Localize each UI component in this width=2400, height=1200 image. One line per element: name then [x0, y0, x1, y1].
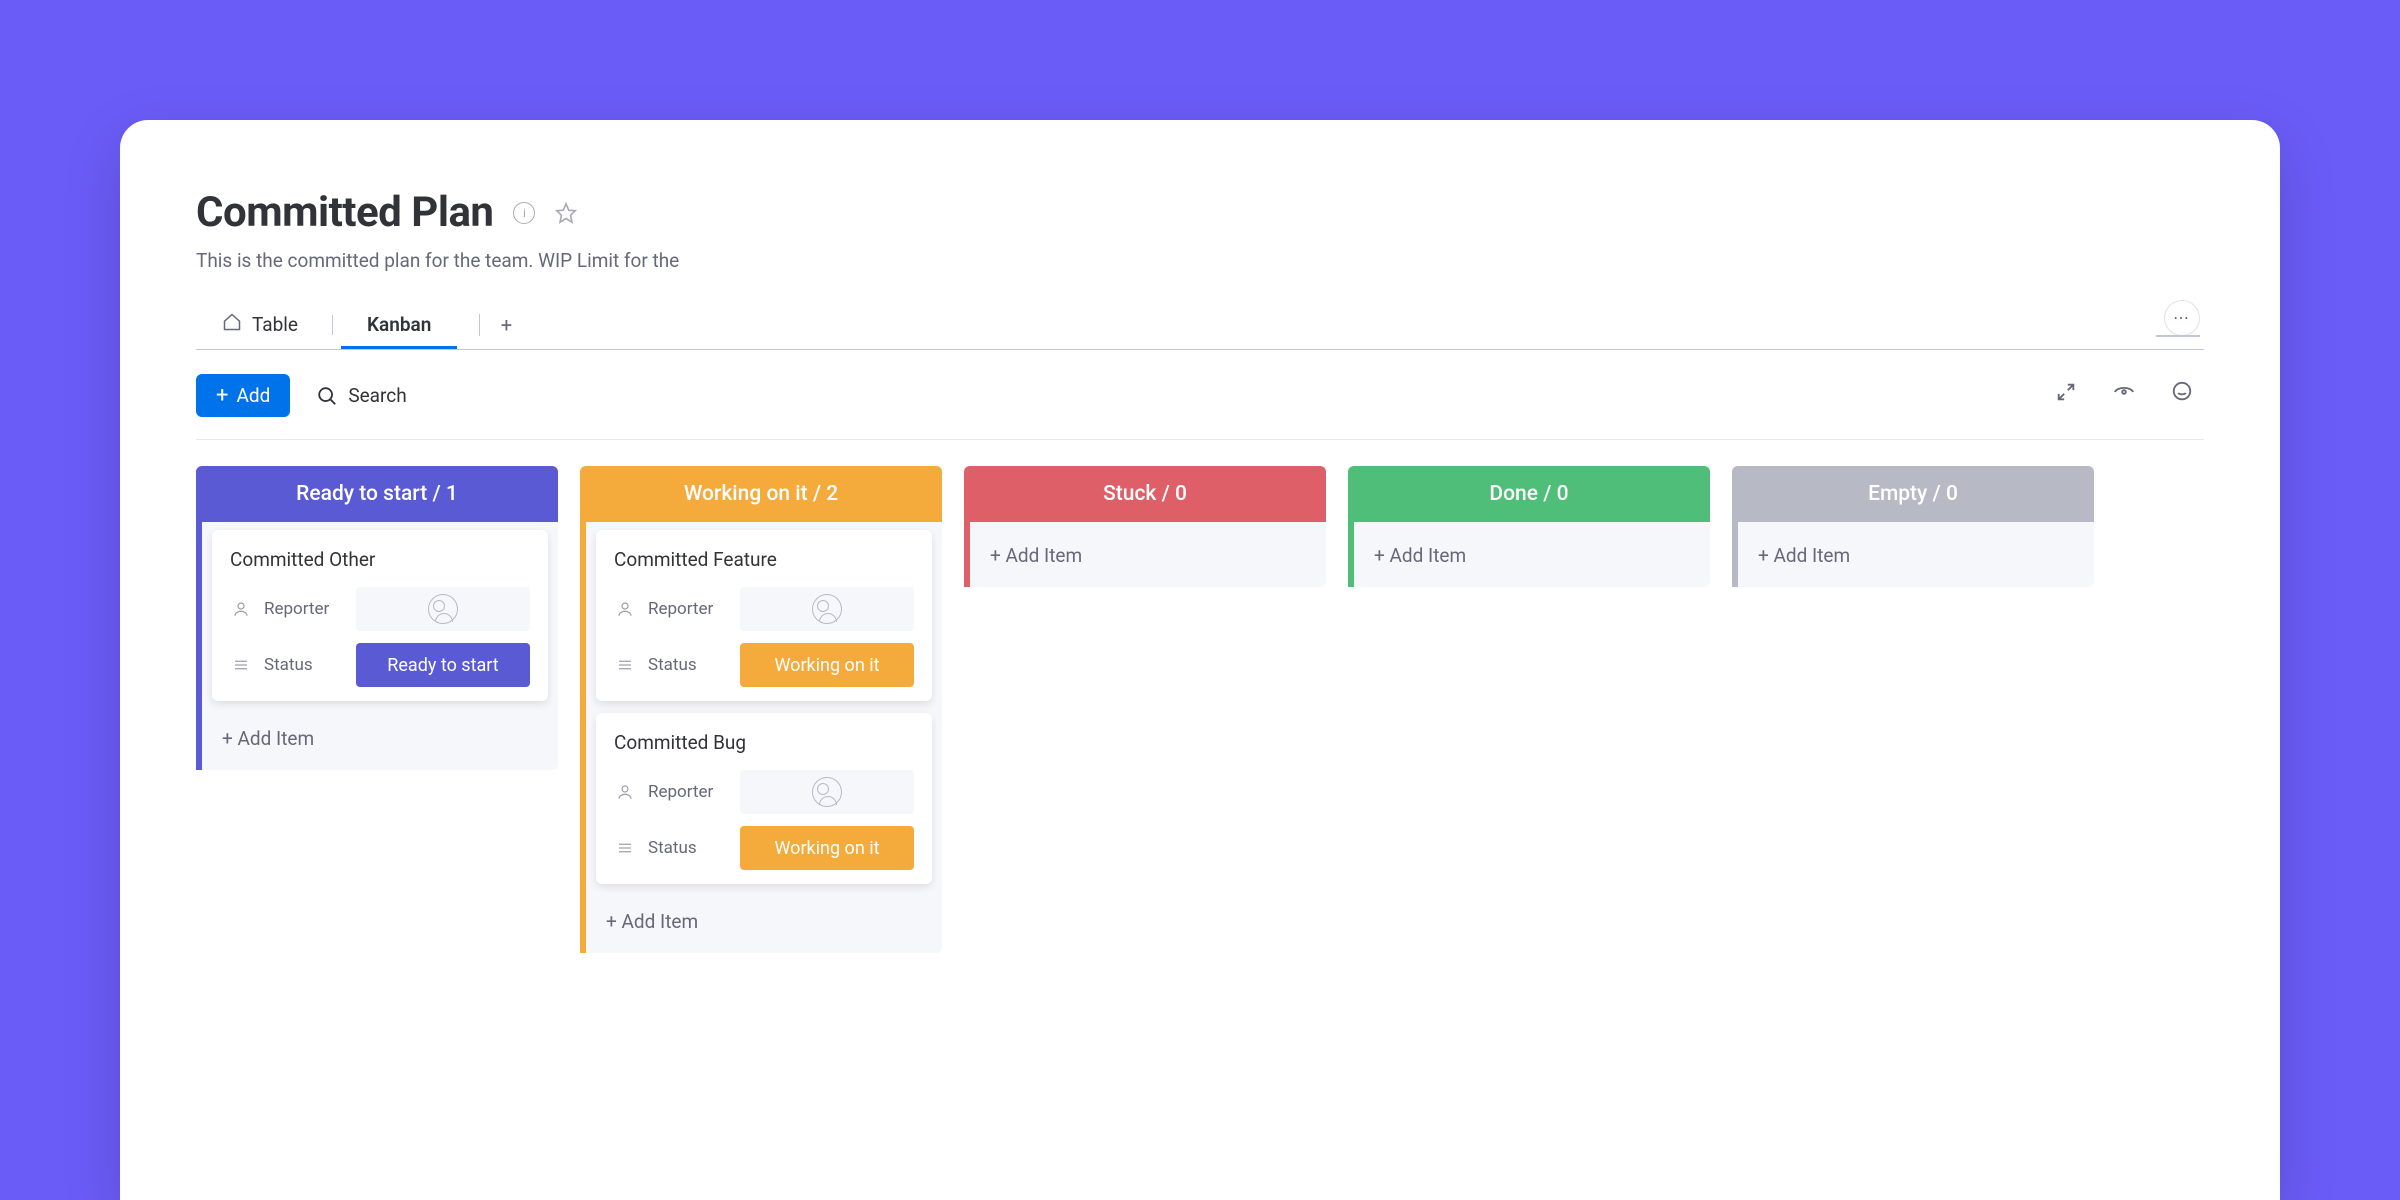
search-input[interactable]: Search [316, 384, 406, 407]
home-icon [222, 312, 242, 337]
page-description: This is the committed plan for the team.… [196, 249, 696, 272]
kanban-column: Working on it / 2 Committed Feature Report… [580, 466, 942, 953]
list-icon [614, 837, 636, 859]
status-field[interactable]: Ready to start [356, 643, 530, 687]
tab-separator [479, 314, 480, 336]
add-item-button[interactable]: + Add Item [980, 530, 1316, 587]
column-body: Committed Other Reporter Status Ready to st… [196, 522, 558, 770]
show-icon[interactable] [2110, 378, 2138, 406]
expand-icon[interactable] [2052, 378, 2080, 406]
status-label: Status [648, 655, 728, 675]
board-window: Committed Plan i This is the committed p… [120, 120, 2280, 1200]
person-icon [230, 598, 252, 620]
status-label: Status [264, 655, 344, 675]
add-item-button[interactable]: + Add Item [1748, 530, 2084, 587]
card-title: Committed Other [230, 548, 530, 571]
column-body: Committed Feature Reporter Status Working o… [580, 522, 942, 953]
avatar-placeholder-icon [428, 594, 458, 624]
kanban-column: Ready to start / 1 Committed Other Reporte… [196, 466, 558, 953]
kanban-card[interactable]: Committed Bug Reporter Status Working on it [596, 713, 932, 884]
column-header[interactable]: Working on it / 2 [580, 466, 942, 522]
status-field[interactable]: Working on it [740, 826, 914, 870]
list-icon [230, 654, 252, 676]
favorite-icon[interactable] [555, 202, 577, 224]
info-icon[interactable]: i [513, 202, 535, 224]
add-item-button[interactable]: + Add Item [212, 713, 548, 770]
column-header[interactable]: Done / 0 [1348, 466, 1710, 522]
reporter-label: Reporter [264, 599, 344, 619]
list-icon [614, 654, 636, 676]
kanban-column: Empty / 0 + Add Item [1732, 466, 2094, 953]
add-item-button[interactable]: + Add Item [596, 896, 932, 953]
toolbar-right [2052, 378, 2196, 406]
add-item-button[interactable]: + Add Item [1364, 530, 1700, 587]
search-label: Search [348, 384, 406, 407]
add-tab-button[interactable]: + [496, 318, 516, 332]
status-label: Status [648, 838, 728, 858]
toolbar: + Add Search [196, 374, 2204, 440]
avatar-placeholder-icon [812, 777, 842, 807]
tab-table-label: Table [252, 313, 298, 336]
column-header[interactable]: Ready to start / 1 [196, 466, 558, 522]
more-menu-icon[interactable]: ⋯ [2164, 300, 2200, 336]
kanban-column: Done / 0 + Add Item [1348, 466, 1710, 953]
kanban-column: Stuck / 0 + Add Item [964, 466, 1326, 953]
chat-icon[interactable] [2168, 378, 2196, 406]
tab-kanban[interactable]: Kanban [341, 301, 457, 348]
header: Committed Plan i [196, 188, 2204, 237]
tabs: Table Kanban + ⋯ [196, 300, 2204, 350]
card-title: Committed Bug [614, 731, 914, 754]
status-field[interactable]: Working on it [740, 643, 914, 687]
page-title: Committed Plan [196, 188, 493, 237]
reporter-field[interactable] [740, 770, 914, 814]
person-icon [614, 781, 636, 803]
tab-table[interactable]: Table [196, 300, 324, 349]
kanban-board: Ready to start / 1 Committed Other Reporte… [196, 466, 2204, 953]
more-underline [2156, 335, 2200, 337]
reporter-label: Reporter [648, 599, 728, 619]
reporter-label: Reporter [648, 782, 728, 802]
avatar-placeholder-icon [812, 594, 842, 624]
card-title: Committed Feature [614, 548, 914, 571]
search-icon [316, 385, 338, 407]
add-button-label: Add [236, 384, 270, 407]
add-button[interactable]: + Add [196, 374, 290, 417]
column-body: + Add Item [964, 522, 1326, 587]
column-body: + Add Item [1732, 522, 2094, 587]
column-header[interactable]: Stuck / 0 [964, 466, 1326, 522]
tab-divider [332, 315, 333, 335]
column-body: + Add Item [1348, 522, 1710, 587]
reporter-field[interactable] [356, 587, 530, 631]
reporter-field[interactable] [740, 587, 914, 631]
tab-kanban-label: Kanban [367, 313, 431, 336]
kanban-card[interactable]: Committed Other Reporter Status Ready to st… [212, 530, 548, 701]
column-header[interactable]: Empty / 0 [1732, 466, 2094, 522]
person-icon [614, 598, 636, 620]
kanban-card[interactable]: Committed Feature Reporter Status Working o… [596, 530, 932, 701]
